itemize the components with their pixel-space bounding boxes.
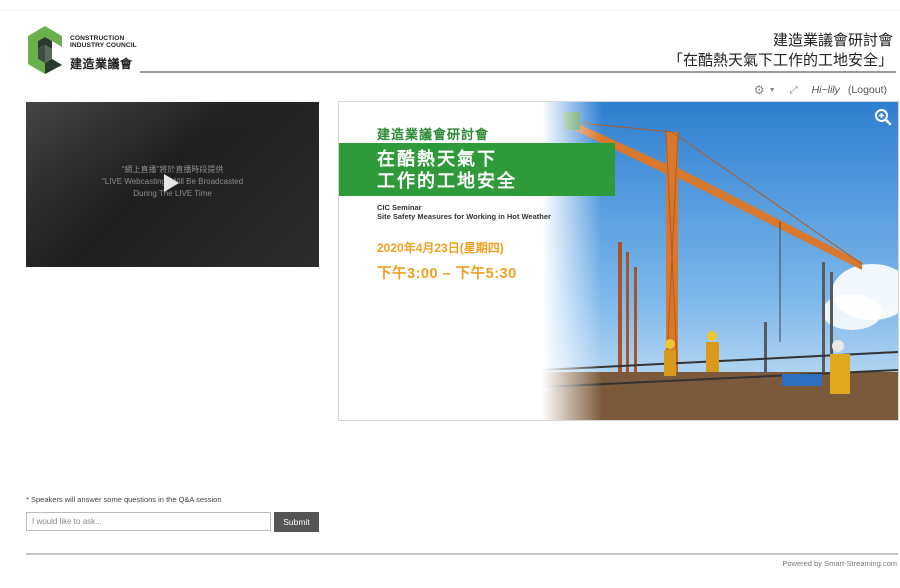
cic-logo-mark xyxy=(28,26,62,74)
slide-org-title: 建造業議會研討會 xyxy=(377,127,490,142)
utility-bar: ⚙ ▼ ⤢ Hi~lily (Logout) xyxy=(754,82,887,98)
logo-english-text: CONSTRUCTION INDUSTRY COUNCIL xyxy=(70,35,137,50)
play-icon[interactable] xyxy=(164,174,179,192)
zoom-in-icon[interactable] xyxy=(874,108,892,126)
gear-icon[interactable]: ⚙ xyxy=(754,83,765,97)
chevron-down-icon[interactable]: ▼ xyxy=(769,87,776,94)
cic-logo: CONSTRUCTION INDUSTRY COUNCIL 建造業議會 xyxy=(26,25,156,77)
powered-by-text: Powered by Smart-Streaming.com xyxy=(782,559,897,568)
logo-chinese-text: 建造業議會 xyxy=(70,57,133,71)
question-input[interactable] xyxy=(26,512,271,531)
submit-button[interactable]: Submit xyxy=(274,512,319,532)
page-title-line2: 「在酷熱天氣下工作的工地安全」 xyxy=(667,52,893,69)
header-divider xyxy=(140,71,896,73)
slide-english-title: CIC Seminar Site Safety Measures for Wor… xyxy=(377,203,551,221)
slide-time: 下午3:00 – 下午5:30 xyxy=(377,266,517,282)
page-title-line1: 建造業議會研討會 xyxy=(772,32,893,49)
slide-topic-line1: 在酷熱天氣下 xyxy=(377,149,497,169)
slide-topic-line2: 工作的工地安全 xyxy=(377,171,517,191)
footer-divider xyxy=(26,553,898,555)
seminar-slide: 建造業議會研討會 在酷熱天氣下 工作的工地安全 CIC Seminar Site… xyxy=(338,101,899,421)
logout-link[interactable]: (Logout) xyxy=(848,84,887,96)
top-rule xyxy=(0,10,900,11)
user-greeting: Hi~lily xyxy=(811,84,840,96)
slide-date: 2020年4月23日(星期四) xyxy=(377,241,504,255)
page-title: 建造業議會研討會 「在酷熱天氣下工作的工地安全」 xyxy=(668,31,893,71)
expand-icon[interactable]: ⤢ xyxy=(790,85,798,96)
slide-topic-banner: 在酷熱天氣下 工作的工地安全 xyxy=(339,143,615,196)
qa-note: * Speakers will answer some questions in… xyxy=(26,495,222,504)
